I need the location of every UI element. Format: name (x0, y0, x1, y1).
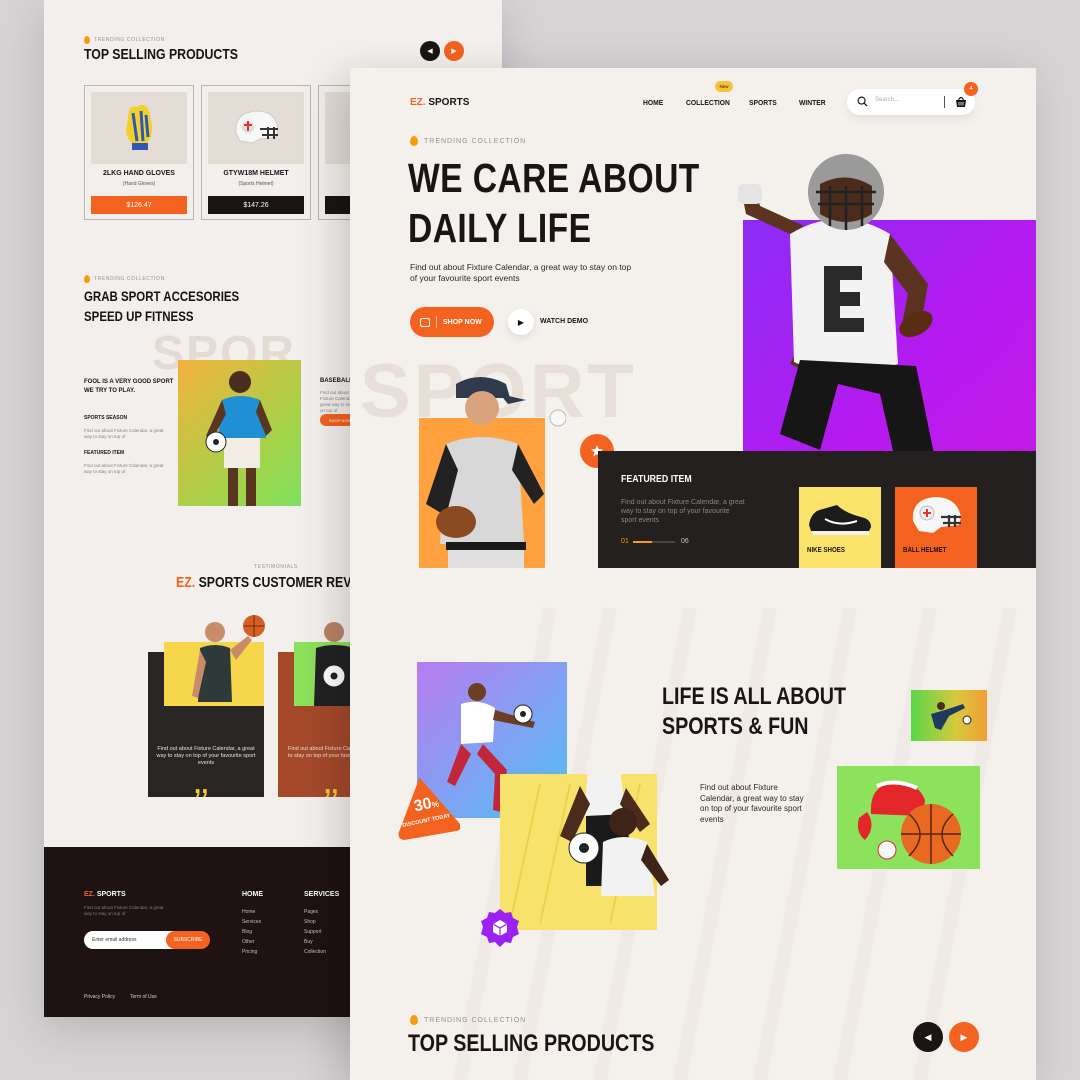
accessories-subheading: FOOL IS A VERY GOOD SPORT WE TRY TO PLAY… (84, 379, 174, 394)
baseball-player-image (426, 377, 566, 570)
featured-card-ball-helmet[interactable]: BALL HELMET (895, 487, 977, 568)
play-icon[interactable]: ▶ (508, 309, 534, 335)
footer-link[interactable]: Collection (304, 949, 326, 955)
footer-link[interactable]: Services (242, 919, 261, 925)
nav-winter[interactable]: WINTER (799, 98, 826, 107)
product-card[interactable]: GTYW18M HELMET (Sports Helmet) $147.26 (201, 85, 311, 220)
top-selling-title: TOP SELLING PRODUCTS (84, 46, 239, 63)
featured-card-label: NIKE SHOES (807, 547, 846, 554)
hero-title: WE CARE ABOUT DAILY LIFE (408, 155, 700, 251)
top-selling-title: TOP SELLING PRODUCTS (408, 1030, 655, 1057)
cube-badge-icon (481, 909, 519, 947)
prev-arrow-button[interactable]: ◀ (420, 41, 440, 61)
product-name: GTYW18M HELMET (223, 170, 289, 177)
trending-eyebrow: TRENDING COLLECTION (410, 1015, 526, 1025)
hero-subtitle: Find out about Fixture Calendar, a great… (410, 262, 632, 283)
footer-link[interactable]: Home (242, 909, 255, 915)
next-arrow-button[interactable]: ▶ (444, 41, 464, 61)
subscribe-button[interactable]: SUBSCRIBE (166, 931, 210, 949)
shopping-bag-icon (420, 317, 430, 327)
glove-image (91, 92, 187, 164)
baseball-heading: BASEBALL (320, 378, 353, 384)
new-badge: New (715, 81, 733, 92)
footer-link[interactable]: Buy (304, 939, 313, 945)
sports-season-heading: SPORTS SEASON (84, 415, 128, 421)
flame-icon (410, 1015, 418, 1025)
football-player-image (738, 154, 934, 464)
privacy-policy-link[interactable]: Privacy Policy (84, 994, 115, 1000)
product-category: (Hand Gloves) (122, 181, 156, 187)
accessories-title: GRAB SPORT ACCESORIES SPEED UP FITNESS (84, 288, 240, 324)
helmet-image (208, 92, 304, 164)
soccer-player-image (178, 360, 301, 506)
flame-icon (410, 136, 418, 146)
cart-icon[interactable] (955, 96, 967, 108)
lifestyle-text: Find out about Fixture Calendar, a great… (700, 783, 804, 824)
testimonials-eyebrow: TESTIMONIALS (254, 564, 298, 570)
nav-sports[interactable]: SPORTS (749, 98, 777, 107)
trending-eyebrow: TRENDING COLLECTION (84, 36, 165, 44)
footer-link[interactable]: Other (242, 939, 255, 945)
review-text: Find out about Fixture Calendar, a great… (156, 746, 256, 766)
watch-demo-link[interactable]: WATCH DEMO (540, 318, 588, 325)
front-page: EZ. SPORTS HOME COLLECTION New SPORTS WI… (350, 68, 1036, 1080)
featured-item-heading: FEATURED ITEM (84, 450, 125, 456)
sports-season-text: Find out about Fixture Calendar, a great… (84, 428, 164, 439)
product-name: 2LKG HAND GLOVES (103, 170, 175, 177)
footer-link[interactable]: Shop (304, 919, 316, 925)
slide-total: 06 (681, 538, 689, 545)
featured-card-nike-shoes[interactable]: NIKE SHOES (799, 487, 881, 568)
nav-home[interactable]: HOME (643, 98, 663, 107)
search-bar[interactable]: Search... (847, 89, 975, 115)
quote-icon: ,, (194, 769, 209, 799)
slide-current: 01 (621, 538, 629, 545)
footer-link[interactable]: Pages (304, 909, 318, 915)
featured-text: Find out about Fixture Calendar, a great… (621, 499, 745, 524)
footer-blurb: Find out about Fixture Calendar, a great… (84, 905, 164, 916)
price-button[interactable]: $147.26 (208, 196, 304, 214)
slide-progress-fill (633, 541, 652, 543)
divider (436, 316, 437, 328)
lifestyle-title: LIFE IS ALL ABOUT SPORTS & FUN (662, 683, 847, 740)
featured-card-label: BALL HELMET (903, 547, 947, 554)
nav-collection[interactable]: COLLECTION (686, 98, 730, 107)
sneaker-image (809, 505, 871, 535)
cap-and-basketball-image (837, 766, 980, 869)
flame-icon (84, 275, 90, 283)
trending-eyebrow: TRENDING COLLECTION (84, 275, 165, 283)
featured-item-text: Find out about Fixture Calendar, a great… (84, 463, 164, 474)
cart-count-badge: 4 (964, 82, 978, 96)
goalkeeper-image (911, 690, 987, 741)
basketball-player-image (192, 615, 265, 702)
product-card[interactable]: 2LKG HAND GLOVES (Hand Gloves) $126.47 (84, 85, 194, 220)
trending-eyebrow: TRENDING COLLECTION (410, 136, 526, 146)
footer-logo[interactable]: EZ. SPORTS (84, 891, 126, 898)
featured-title: FEATURED ITEM (621, 474, 692, 485)
shop-now-button[interactable]: SHOP NOW (410, 307, 494, 337)
terms-link[interactable]: Term of Use (130, 994, 157, 1000)
search-icon (857, 96, 868, 107)
divider (944, 96, 945, 108)
slide-progress[interactable] (633, 541, 675, 543)
footer-col-services-title: SERVICES (304, 891, 340, 898)
helmet-image (912, 497, 961, 533)
prev-arrow-button[interactable]: ◀ (913, 1022, 943, 1052)
footer-link[interactable]: Support (304, 929, 322, 935)
next-arrow-button[interactable]: ▶ (949, 1022, 979, 1052)
site-logo[interactable]: EZ. SPORTS (410, 97, 469, 108)
quote-icon: ,, (324, 769, 339, 799)
footer-link[interactable]: Pricing (242, 949, 257, 955)
search-input[interactable]: Search... (875, 97, 899, 103)
flame-icon (84, 36, 90, 44)
footer-col-home-title: HOME (242, 891, 263, 898)
price-button[interactable]: $126.47 (91, 196, 187, 214)
soccer-player-head (601, 808, 669, 896)
product-category: (Sports Helmet) (238, 181, 274, 187)
lifestyle-section: 30% DISCOUNT TODAY LIFE IS ALL ABOUT SPO… (350, 568, 1036, 1080)
footer-link[interactable]: Blog (242, 929, 252, 935)
